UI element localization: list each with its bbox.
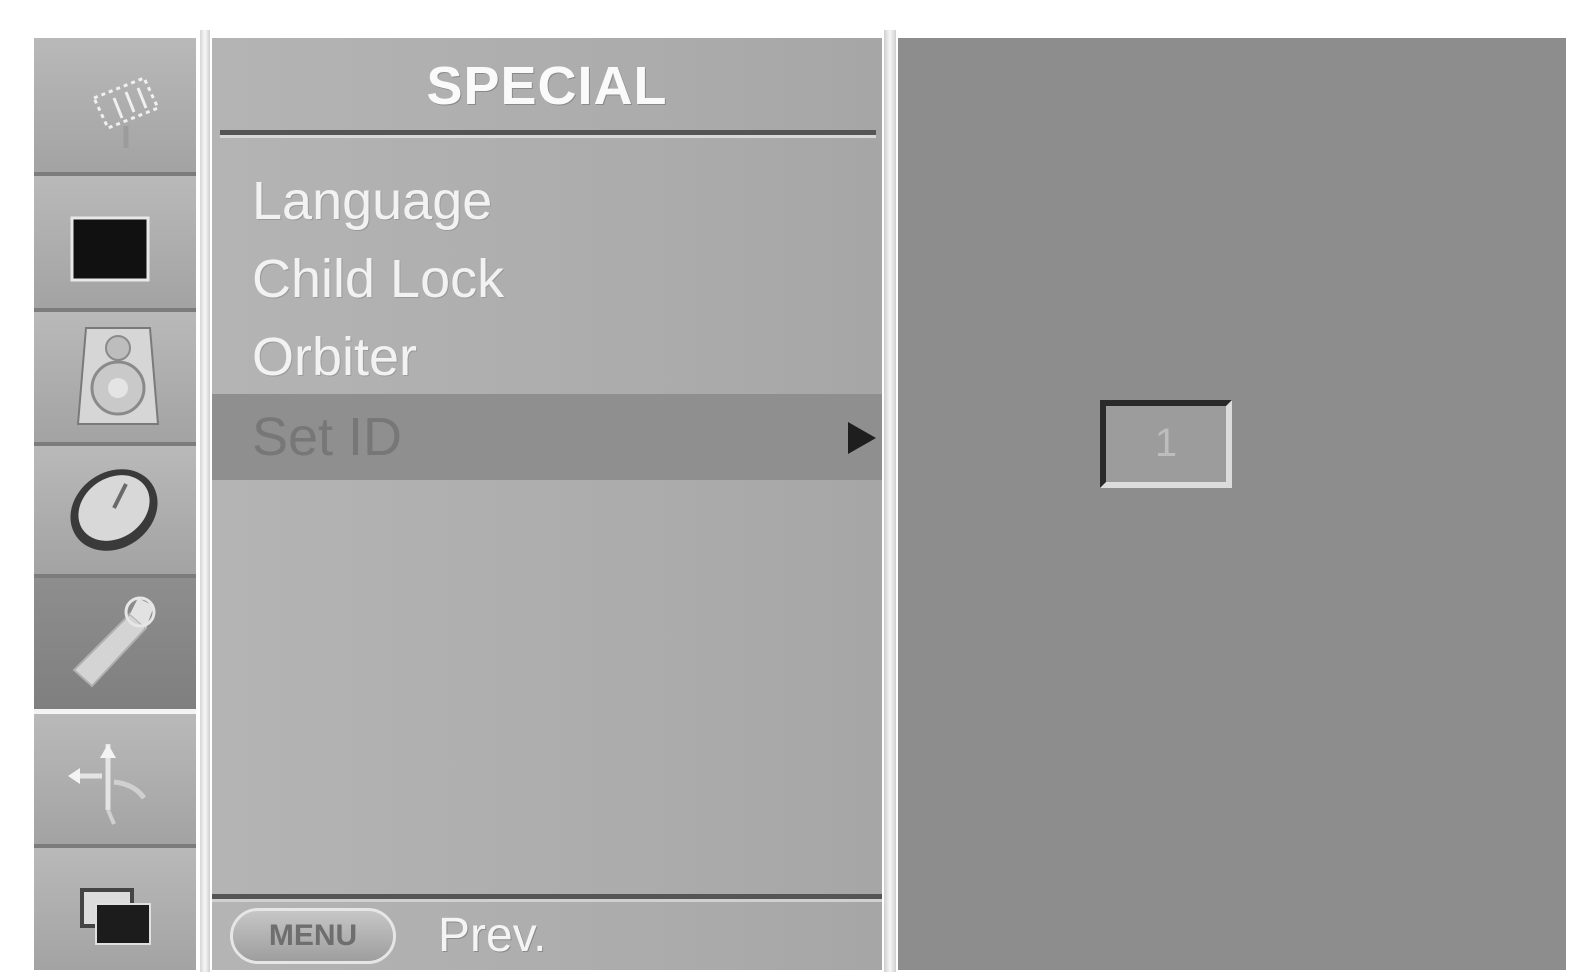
set-id-value-field[interactable]: 1 [1100, 400, 1232, 488]
clock-icon [70, 469, 158, 551]
speaker-icon [76, 327, 160, 425]
sidebar-item-station[interactable] [34, 38, 196, 176]
panel-divider [884, 30, 896, 972]
menu-item-set-id[interactable]: Set ID [212, 394, 882, 480]
special-tools-icon [72, 596, 156, 688]
menu-category-sidebar [34, 38, 196, 970]
screen-adjust-icon [68, 744, 147, 825]
sidebar-item-picture[interactable] [34, 176, 196, 312]
picture-icon [70, 216, 150, 282]
sidebar-item-sound[interactable] [34, 312, 196, 446]
footer-divider [212, 894, 882, 902]
title-divider [220, 130, 876, 138]
special-menu-panel: SPECIAL Language Child Lock Orbiter Set … [212, 38, 882, 970]
menu-button[interactable]: MENU [230, 908, 396, 964]
menu-item-child-lock[interactable]: Child Lock [212, 240, 882, 318]
menu-title: SPECIAL [426, 56, 668, 116]
screen-edge [1566, 0, 1580, 977]
sidebar-item-time[interactable] [34, 446, 196, 578]
sidebar-item-screen[interactable] [34, 714, 196, 848]
menu-item-set-id-label: Set ID [252, 407, 403, 467]
set-id-panel: 1 [898, 38, 1566, 970]
sidebar-item-pip[interactable] [34, 848, 196, 970]
submenu-arrow-icon [848, 422, 876, 454]
antenna-icon [91, 76, 161, 148]
tv-osd-screen: SPECIAL Language Child Lock Orbiter Set … [0, 0, 1580, 977]
menu-item-orbiter[interactable]: Orbiter [212, 318, 882, 396]
sidebar-divider [200, 30, 210, 972]
previous-hint: Prev. [438, 909, 547, 962]
pip-icon [80, 888, 151, 945]
sidebar-item-special[interactable] [34, 578, 196, 714]
menu-item-language[interactable]: Language [212, 162, 882, 240]
